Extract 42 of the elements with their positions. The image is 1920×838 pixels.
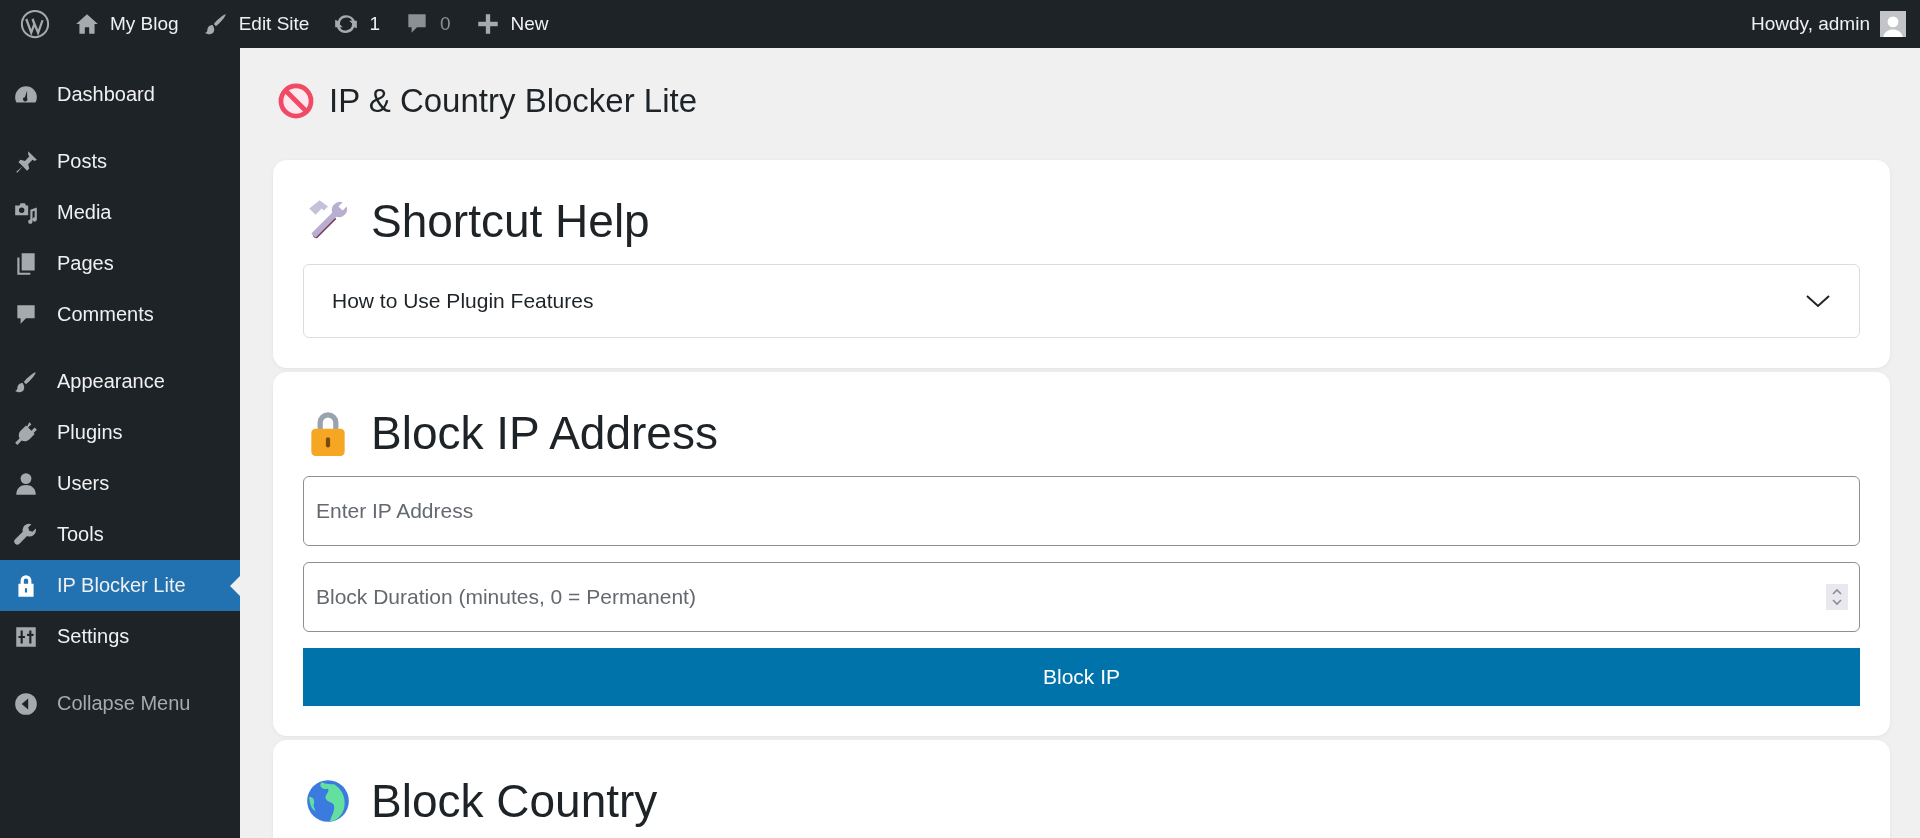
number-field[interactable]: Block Duration (minutes, 0 = Permanent) (303, 562, 1860, 632)
admin-bar-link[interactable]: New (462, 0, 561, 48)
sidebar-item[interactable]: Plugins (0, 407, 240, 458)
admin-bar-label: My Blog (110, 13, 179, 35)
input-field[interactable]: Enter IP Address (303, 476, 1860, 546)
sidebar-item[interactable]: Comments (0, 289, 240, 340)
accordion-header[interactable]: How to Use Plugin Features (303, 264, 1860, 338)
sidebar-item[interactable]: Tools (0, 509, 240, 560)
collapse-menu-button[interactable]: Collapse Menu (0, 678, 240, 729)
left-arrow-circle-icon (13, 690, 39, 717)
admin-bar-link[interactable]: My Blog (62, 0, 191, 48)
brush-icon (202, 11, 229, 37)
block-ip-button[interactable]: Block IP (303, 648, 1860, 706)
sidebar-item[interactable]: Settings (0, 611, 240, 662)
sidebar-item[interactable]: IP Blocker Lite (0, 560, 240, 611)
card-title: Block IP Address (371, 406, 718, 460)
admin-bar-label: 1 (369, 13, 380, 35)
active-pointer-icon (230, 576, 240, 596)
chevron-icon (1805, 293, 1831, 309)
sidebar-item[interactable]: Dashboard (0, 69, 240, 120)
admin-bar-link[interactable]: 0 (392, 0, 463, 48)
person-icon (13, 470, 39, 497)
admin-bar-link[interactable]: Edit Site (190, 0, 322, 48)
prohibited-icon (277, 82, 315, 120)
sidebar-item[interactable]: Posts (0, 136, 240, 187)
admin-bar-label: 0 (440, 13, 451, 35)
admin-bar-label: Edit Site (238, 13, 310, 35)
sidebar-item[interactable]: Pages (0, 238, 240, 289)
card-title: Shortcut Help (371, 194, 650, 248)
wrench-icon (13, 521, 39, 548)
spinner-icon[interactable] (1826, 584, 1848, 610)
admin-bar-link[interactable]: 1 (321, 0, 392, 48)
sidebar-item[interactable]: Users (0, 458, 240, 509)
wordpress-logo-icon (20, 9, 50, 39)
avatar-icon[interactable] (1880, 11, 1906, 37)
sidebar-item[interactable]: Appearance (0, 356, 240, 407)
plug-icon (13, 419, 39, 446)
greeting-text[interactable]: Howdy, admin (1751, 13, 1870, 35)
admin-bar-label: New (510, 13, 549, 35)
card-title: Block Country (371, 774, 658, 828)
page-title: IP & Country Blocker Lite (329, 82, 698, 120)
sidebar-item[interactable]: Media (0, 187, 240, 238)
